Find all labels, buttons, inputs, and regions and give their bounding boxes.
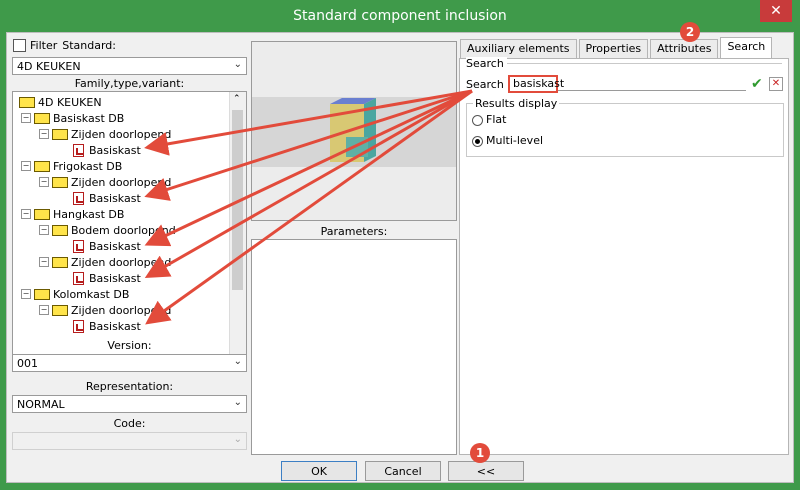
- arrow: [144, 89, 473, 201]
- arrow: [144, 89, 473, 247]
- annotation-badge-2: 2: [680, 22, 700, 42]
- dialog-window: Standard component inclusion ✕ Filter St…: [0, 0, 800, 490]
- annotation-arrows: [144, 89, 473, 325]
- arrow: [145, 89, 473, 325]
- annotation-badge-1: 1: [470, 443, 490, 463]
